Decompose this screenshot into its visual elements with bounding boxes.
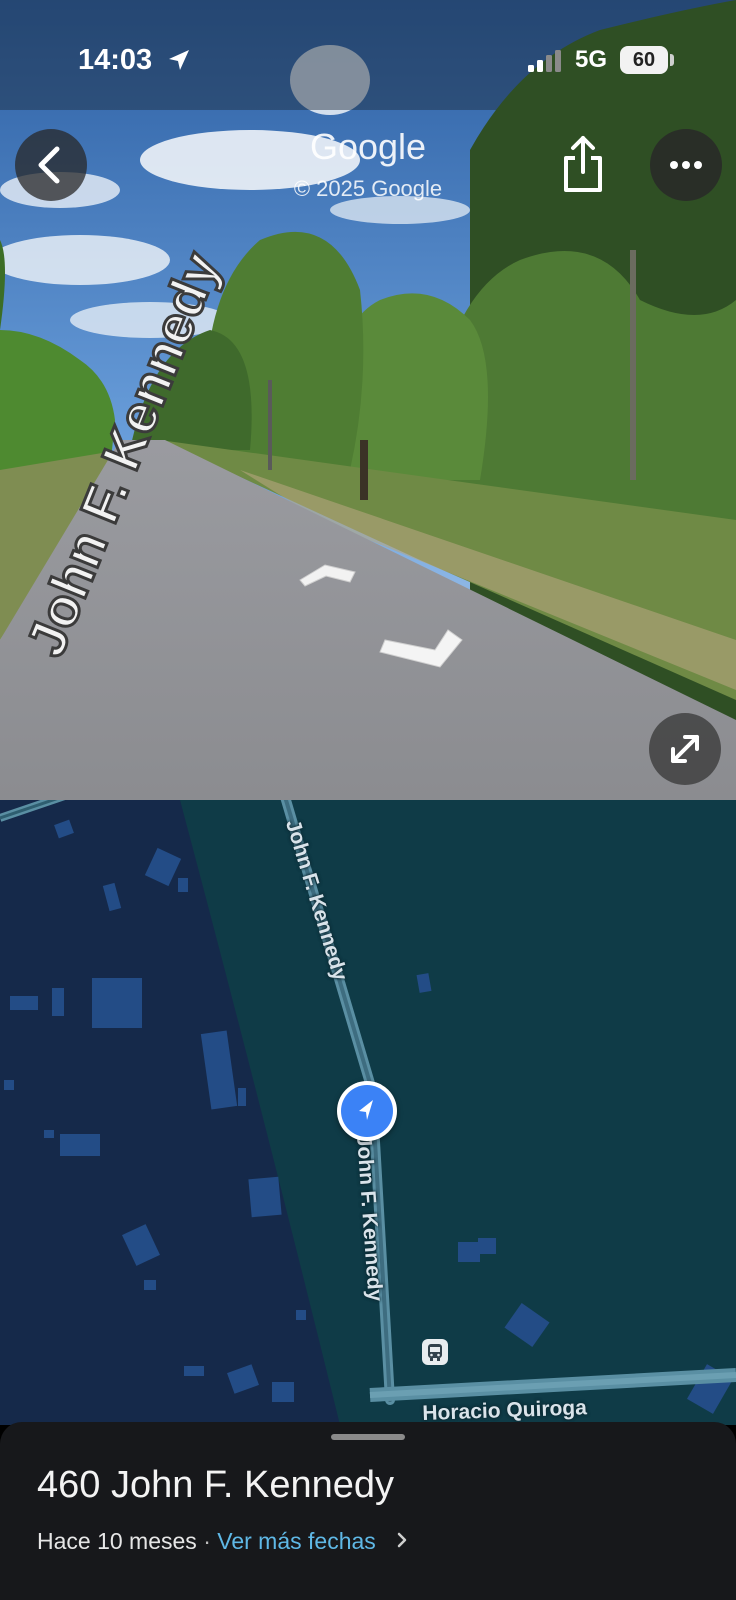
network-type: 5G (575, 46, 608, 73)
capture-date: Hace 10 meses (37, 1528, 197, 1554)
more-options-button[interactable] (650, 129, 722, 201)
expand-icon (671, 735, 699, 763)
date-row: Hace 10 meses · Ver más fechas (37, 1528, 408, 1555)
share-icon[interactable] (558, 132, 608, 196)
battery-tip (670, 54, 674, 66)
signal-icon (528, 50, 561, 72)
sheet-grabber[interactable] (331, 1434, 405, 1440)
battery-icon: 60 (620, 46, 668, 74)
chevron-right-icon[interactable] (396, 1528, 408, 1555)
bus-stop-icon[interactable] (422, 1339, 448, 1365)
copyright-text: © 2025 Google (293, 176, 443, 201)
bottom-sheet[interactable] (0, 1422, 736, 1600)
status-time: 14:03 (78, 44, 153, 76)
more-dots-icon (670, 161, 702, 169)
expand-button[interactable] (649, 713, 721, 785)
street-view-panorama[interactable]: John F. Kennedy (0, 0, 736, 800)
more-dates-link[interactable]: Ver más fechas (217, 1528, 376, 1554)
status-bar: 14:03 5G 60 (0, 0, 736, 120)
google-watermark: Google (309, 126, 427, 167)
location-arrow-icon (169, 50, 189, 70)
navigation-arrow-icon[interactable] (337, 1081, 397, 1141)
street-view-image[interactable]: John F. Kennedy (0, 0, 736, 800)
separator-dot: · (203, 1528, 211, 1554)
address-title: 460 John F. Kennedy (37, 1464, 395, 1506)
